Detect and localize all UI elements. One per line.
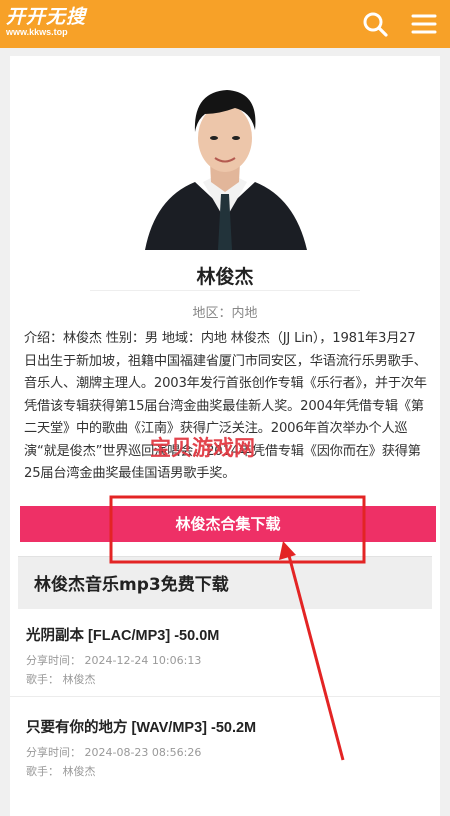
menu-icon[interactable] xyxy=(410,10,438,38)
artist-name: 林俊杰 xyxy=(196,266,254,288)
name-divider xyxy=(90,290,360,291)
list-divider xyxy=(10,696,440,697)
logo-text: 开开无搜 xyxy=(6,6,87,28)
singer: 歌手： 林俊杰 xyxy=(26,673,96,686)
song-title[interactable]: 光阴副本 [FLAC/MP3] -50.0M xyxy=(26,624,426,645)
song-item[interactable]: 光阴副本 [FLAC/MP3] -50.0M 分享时间： 2024-12-24 … xyxy=(26,624,426,688)
share-time: 分享时间： 2024-08-23 08:56:26 xyxy=(26,746,202,759)
collection-download-button[interactable]: 林俊杰合集下载 xyxy=(20,506,436,542)
section-title: 林俊杰音乐mp3免费下载 xyxy=(34,575,229,595)
search-icon[interactable] xyxy=(361,10,389,38)
share-time: 分享时间： 2024-12-24 10:06:13 xyxy=(26,654,202,667)
section-header: 林俊杰音乐mp3免费下载 xyxy=(18,556,432,609)
watermark: 宝贝游戏网 xyxy=(150,436,255,460)
site-logo[interactable]: 开开无搜 www.kkws.top xyxy=(6,7,86,37)
song-item[interactable]: 只要有你的地方 [WAV/MP3] -50.2M 分享时间： 2024-08-2… xyxy=(26,716,426,780)
artist-region: 地区：内地 xyxy=(192,306,258,321)
app-header: 开开无搜 www.kkws.top xyxy=(0,0,450,48)
singer: 歌手： 林俊杰 xyxy=(26,765,96,778)
song-title[interactable]: 只要有你的地方 [WAV/MP3] -50.2M xyxy=(26,716,426,737)
artist-photo xyxy=(135,70,315,250)
logo-url: www.kkws.top xyxy=(6,27,68,37)
